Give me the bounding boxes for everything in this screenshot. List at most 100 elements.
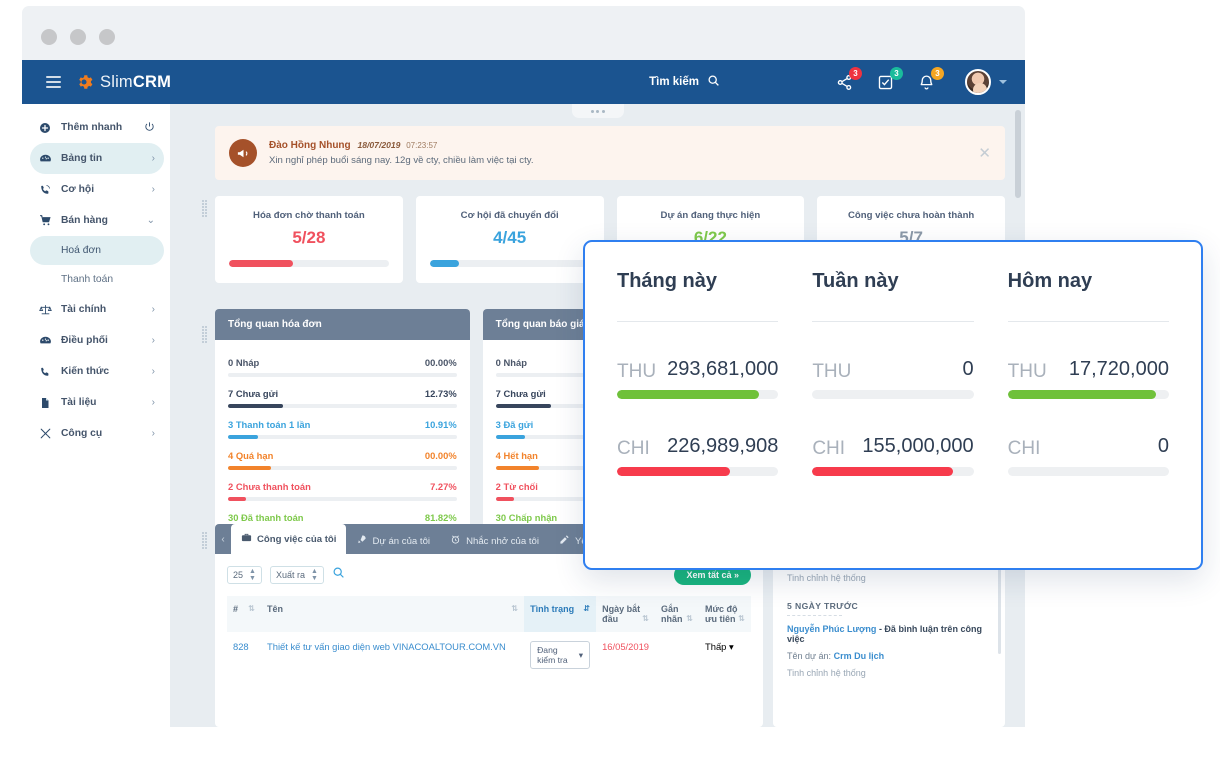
- finance-income-progress: [812, 390, 974, 399]
- finance-expense-block: CHI 0: [1007, 435, 1169, 476]
- finance-expense-value: 226,989,908: [667, 435, 779, 457]
- search-button[interactable]: Tìm kiếm: [649, 74, 720, 90]
- overview-row-label: 7 Chưa gửi: [495, 388, 546, 399]
- sidebar-item-bang-tin[interactable]: Bảng tin ›: [30, 143, 164, 174]
- overview-row[interactable]: 0 Nháp 00.00%: [228, 357, 457, 377]
- finance-income-value: 17,720,000: [1068, 358, 1169, 380]
- search-icon[interactable]: [332, 566, 345, 584]
- sidebar-item-dieu-phoi[interactable]: Điều phối ›: [30, 325, 164, 356]
- finance-expense-progress: [1007, 467, 1169, 476]
- sidebar-label: Công cụ: [61, 428, 103, 439]
- phone-icon: [36, 184, 54, 196]
- tab-label: Dự án của tôi: [372, 535, 431, 547]
- overview-card-title: Tổng quan hóa đơn: [215, 309, 470, 340]
- task-check-icon[interactable]: 3: [877, 66, 903, 91]
- window-dot-close[interactable]: [41, 29, 57, 45]
- feed-project-link[interactable]: Crm Du lịch: [834, 651, 885, 661]
- finance-income-value: 0: [962, 358, 974, 380]
- cell-name[interactable]: Thiết kế tư vấn giao diện web VINACOALTO…: [261, 632, 524, 678]
- stepper-icon: ▲ ▼: [249, 568, 256, 582]
- sidebar-sublabel: Thanh toán: [61, 274, 114, 285]
- col-priority[interactable]: Mức độ ưu tiên ⇅: [699, 596, 751, 632]
- feed-entry-headline: Nguyễn Phúc Lượng - Đã bình luận trên cô…: [787, 624, 991, 644]
- finance-expense-block: CHI 226,989,908: [617, 435, 779, 476]
- sidebar-label: Bán hàng: [61, 215, 108, 226]
- overview-row[interactable]: 2 Chưa thanh toán 7.27%: [228, 481, 457, 501]
- feed-actor-link[interactable]: Nguyễn Phúc Lượng: [787, 624, 876, 634]
- tab-nhac-nho-cua-toi[interactable]: Nhắc nhở của tôi: [440, 528, 549, 554]
- cell-status[interactable]: Đang kiểm tra ▾: [524, 632, 596, 678]
- widget-grip-handle[interactable]: [202, 532, 209, 549]
- hamburger-icon[interactable]: [46, 73, 61, 91]
- sidebar-item-ban-hang[interactable]: Bán hàng ⌄: [30, 205, 164, 236]
- finance-income-progress: [1007, 390, 1169, 399]
- col-id[interactable]: # ⇅: [227, 596, 261, 632]
- tab-prev-arrow[interactable]: ‹: [215, 524, 231, 554]
- feed-day-separator: 5 NGÀY TRƯỚC: [787, 601, 859, 611]
- tasks-table: # ⇅ Tên ⇅ Tình trạng ⇵ Ngày bắt đầu ⇅ Gắn nh…: [227, 596, 751, 678]
- panel-collapse-handle[interactable]: [571, 104, 624, 118]
- col-tag[interactable]: Gắn nhãn ⇅: [655, 596, 699, 632]
- sidebar-label: Bảng tin: [61, 153, 103, 164]
- finance-summary-overlay: Tháng này THU 293,681,000 CHI 226,989,90…: [583, 240, 1203, 570]
- user-menu[interactable]: [965, 69, 1007, 95]
- sidebar-subitem-hoa-don[interactable]: Hoá đơn: [30, 236, 164, 265]
- brand-logo[interactable]: SlimCRM: [75, 73, 171, 92]
- table-header-row: # ⇅ Tên ⇅ Tình trạng ⇵ Ngày bắt đầu ⇅ Gắn nh…: [227, 596, 751, 632]
- window-dot-maximize[interactable]: [99, 29, 115, 45]
- sidebar-subitem-thanh-toan[interactable]: Thanh toán: [30, 265, 164, 294]
- sidebar-item-cong-cu[interactable]: Công cụ ›: [30, 418, 164, 449]
- sidebar-sublabel: Hoá đơn: [61, 245, 101, 256]
- col-name[interactable]: Tên ⇅: [261, 596, 525, 632]
- tab-cong-viec-cua-toi[interactable]: Công việc của tôi: [231, 524, 347, 554]
- page-size-select[interactable]: 25 ▲ ▼: [227, 566, 262, 584]
- page-scrollbar[interactable]: [1015, 110, 1021, 198]
- tasks-table-body: 828 Thiết kế tư vấn giao diện web VINACO…: [227, 632, 751, 678]
- cell-priority[interactable]: Thấp ▾: [699, 632, 751, 678]
- overview-row-percent: 00.00%: [424, 450, 457, 461]
- bell-icon[interactable]: 3: [918, 66, 944, 91]
- app-header: SlimCRM Tìm kiếm 3 3 3: [22, 60, 1025, 104]
- kpi-card[interactable]: Cơ hội đã chuyển đổi 4/45: [415, 196, 604, 283]
- col-label: Ngày bắt đầu: [602, 604, 641, 624]
- sidebar-item-co-hoi[interactable]: Cơ hội ›: [30, 174, 164, 205]
- col-start-date[interactable]: Ngày bắt đầu ⇅: [596, 596, 655, 632]
- col-label: Tên: [267, 604, 284, 614]
- close-icon[interactable]: ✕: [978, 146, 991, 161]
- overview-row[interactable]: 3 Thanh toán 1 lần 10.91%: [228, 419, 457, 439]
- overview-row-label: 0 Nháp: [228, 357, 260, 368]
- priority-label: Thấp: [705, 641, 727, 652]
- widget-grip-handle[interactable]: [202, 326, 209, 343]
- col-status[interactable]: Tình trạng ⇵: [524, 596, 597, 632]
- announcement-message: Xin nghỉ phép buổi sáng nay. 12g về cty,…: [269, 155, 534, 166]
- finance-column-title: Tuần này: [812, 270, 899, 292]
- export-select[interactable]: Xuất ra ▲ ▼: [269, 566, 324, 584]
- sort-icon: ⇅: [686, 614, 693, 623]
- window-dot-minimize[interactable]: [70, 29, 86, 45]
- kpi-card[interactable]: Hóa đơn chờ thanh toán 5/28: [215, 196, 403, 283]
- export-label: Xuất ra: [275, 570, 305, 580]
- sidebar-item-them-nhanh[interactable]: Thêm nhanh: [30, 112, 164, 143]
- table-row[interactable]: 828 Thiết kế tư vấn giao diện web VINACO…: [227, 632, 751, 678]
- document-icon: [36, 397, 54, 409]
- overview-row[interactable]: 4 Quá hạn 00.00%: [228, 450, 457, 470]
- feed-entry[interactable]: Nguyễn Phúc Lượng - Đã bình luận trên cô…: [787, 624, 991, 678]
- status-label: Đang kiểm tra: [537, 645, 568, 665]
- phone-icon: [36, 366, 54, 378]
- overview-row-label: 30 Chấp nhận: [495, 512, 558, 523]
- share-icon[interactable]: 3: [836, 66, 862, 91]
- widget-grip-handle[interactable]: [202, 200, 209, 217]
- sidebar: Thêm nhanh Bảng tin › Cơ hội › Bán hàng …: [22, 104, 170, 727]
- cell-id[interactable]: 828: [227, 632, 261, 678]
- cart-icon: [36, 214, 54, 227]
- chevron-right-icon: ›: [151, 304, 155, 315]
- tab-du-an-cua-toi[interactable]: Dự án của tôi: [346, 528, 440, 554]
- sidebar-item-tai-chinh[interactable]: Tài chính ›: [30, 294, 164, 325]
- chevron-right-icon: ›: [151, 366, 155, 377]
- sidebar-item-tai-lieu[interactable]: Tài liệu ›: [30, 387, 164, 418]
- power-icon[interactable]: [144, 121, 155, 135]
- overview-row[interactable]: 7 Chưa gửi 12.73%: [228, 388, 457, 408]
- kpi-value: 4/45: [493, 228, 527, 247]
- finance-income-block: THU 0: [812, 358, 974, 399]
- sidebar-item-kien-thuc[interactable]: Kiến thức ›: [30, 356, 164, 387]
